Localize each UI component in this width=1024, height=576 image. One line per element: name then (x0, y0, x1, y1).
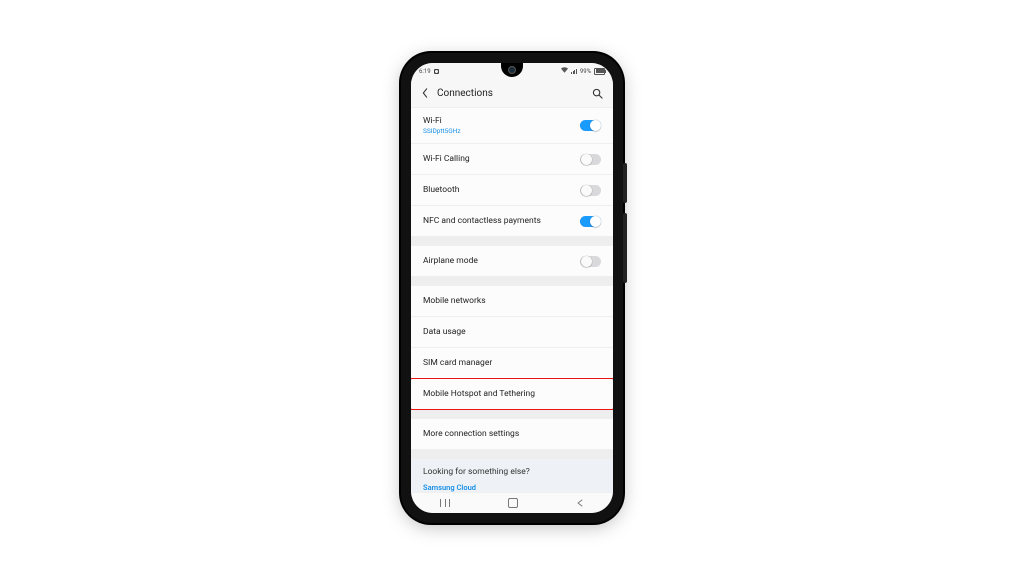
row-mobile-hotspot[interactable]: Mobile Hotspot and Tethering (411, 378, 613, 409)
row-label: NFC and contactless payments (423, 216, 541, 226)
row-label: Airplane mode (423, 256, 478, 266)
row-mobile-networks[interactable]: Mobile networks (411, 286, 613, 316)
section-divider (411, 409, 613, 419)
page-title: Connections (437, 88, 493, 99)
nav-home-button[interactable] (508, 498, 518, 508)
phone-screen: 6:19 99% Connection (411, 63, 613, 513)
section-divider (411, 449, 613, 459)
search-button[interactable] (592, 88, 603, 99)
row-wifi-calling[interactable]: Wi-Fi Calling (411, 143, 613, 174)
bluetooth-toggle[interactable] (580, 185, 601, 196)
row-data-usage[interactable]: Data usage (411, 316, 613, 347)
row-more-connection-settings[interactable]: More connection settings (411, 419, 613, 449)
status-time: 6:19 (419, 68, 431, 75)
row-label: Mobile Hotspot and Tethering (423, 389, 535, 399)
power-button (623, 163, 627, 203)
row-bluetooth[interactable]: Bluetooth (411, 174, 613, 205)
nav-recents-button[interactable] (440, 499, 450, 507)
row-label: Mobile networks (423, 296, 486, 306)
android-nav-bar (411, 492, 613, 513)
hint-question: Looking for something else? (423, 467, 601, 477)
hint-section: Looking for something else? Samsung Clou… (411, 459, 613, 492)
hint-link-samsung-cloud[interactable]: Samsung Cloud (423, 483, 601, 492)
battery-icon (594, 68, 605, 75)
camera-indicator-icon (434, 69, 439, 74)
phone-mockup: 6:19 99% Connection (401, 53, 623, 523)
row-label: Bluetooth (423, 185, 459, 195)
canvas: 6:19 99% Connection (0, 0, 1024, 576)
front-camera (508, 66, 516, 74)
nav-back-button[interactable] (576, 499, 584, 507)
signal-icon (571, 69, 577, 74)
wifi-toggle[interactable] (580, 120, 601, 131)
wifi-calling-toggle[interactable] (580, 154, 601, 165)
back-button[interactable] (421, 88, 429, 98)
row-label: More connection settings (423, 429, 519, 439)
row-nfc[interactable]: NFC and contactless payments (411, 205, 613, 236)
settings-list: Wi-Fi SSIDptt5GHz Wi-Fi Calling Bluetoot… (411, 108, 613, 492)
row-label: Wi-Fi Calling (423, 154, 470, 164)
volume-button (623, 213, 627, 283)
row-label: Data usage (423, 327, 466, 337)
row-subtitle: SSIDptt5GHz (423, 127, 461, 135)
app-bar: Connections (411, 79, 613, 108)
row-airplane-mode[interactable]: Airplane mode (411, 246, 613, 276)
nfc-toggle[interactable] (580, 216, 601, 227)
row-sim-manager[interactable]: SIM card manager (411, 347, 613, 378)
row-wifi[interactable]: Wi-Fi SSIDptt5GHz (411, 108, 613, 143)
row-label: SIM card manager (423, 358, 492, 368)
battery-pct: 99% (580, 68, 591, 75)
wifi-icon (561, 67, 568, 75)
section-divider (411, 276, 613, 286)
airplane-toggle[interactable] (580, 256, 601, 267)
row-label: Wi-Fi (423, 116, 461, 126)
section-divider (411, 236, 613, 246)
